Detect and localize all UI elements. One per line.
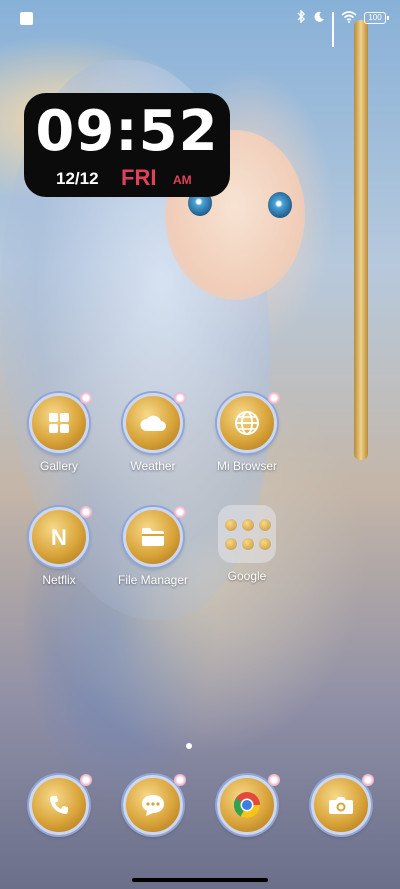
clock-ampm: AM — [173, 173, 192, 187]
svg-text:N: N — [51, 525, 67, 549]
moon-icon — [313, 11, 325, 26]
gallery-icon — [29, 392, 92, 453]
wifi-icon — [341, 10, 357, 26]
phone-icon — [29, 774, 92, 835]
dock-messages[interactable] — [113, 774, 193, 835]
app-gallery[interactable]: Gallery — [19, 392, 99, 473]
clock-date: 12/12 — [56, 169, 99, 188]
clock-weekday: FRI — [121, 165, 157, 190]
page-indicator-dot — [186, 743, 192, 749]
mini-app-icon — [241, 517, 255, 532]
netflix-icon: N — [29, 506, 92, 567]
app-file-manager[interactable]: File Manager — [113, 506, 193, 587]
mini-app-icon — [258, 536, 272, 551]
app-netflix[interactable]: N Netflix — [19, 506, 99, 587]
folder-icon — [123, 506, 186, 567]
bluetooth-icon — [296, 9, 306, 26]
folder-google[interactable]: Google — [207, 505, 287, 583]
battery-icon: 100 — [364, 12, 389, 24]
wallpaper-eye — [268, 192, 292, 218]
wallpaper-sword — [354, 20, 368, 460]
mini-app-icon — [258, 517, 272, 532]
mini-app-icon — [241, 536, 255, 551]
app-label: Gallery — [39, 459, 78, 473]
dock-chrome[interactable] — [207, 774, 287, 835]
notification-icon — [20, 12, 33, 25]
app-folder-icon — [218, 505, 276, 563]
app-label: Weather — [130, 459, 176, 473]
gesture-navigation-bar[interactable] — [132, 878, 268, 882]
app-label: Google — [227, 569, 267, 583]
weather-icon — [123, 392, 186, 453]
clock-time: 09:52 — [35, 99, 219, 164]
mini-app-icon — [224, 536, 238, 551]
status-bar: 100 — [0, 0, 400, 47]
messages-icon — [123, 774, 186, 835]
camera-icon — [311, 774, 374, 835]
app-label: Netflix — [42, 573, 76, 587]
app-label: Mi Browser — [216, 459, 277, 473]
globe-icon — [217, 392, 280, 453]
app-mi-browser[interactable]: Mi Browser — [207, 392, 287, 473]
signal-icon — [332, 12, 334, 47]
app-weather[interactable]: Weather — [113, 392, 193, 473]
app-label: File Manager — [117, 573, 189, 587]
status-icons: 100 — [296, 9, 389, 47]
chrome-icon — [217, 774, 280, 835]
mini-app-icon — [224, 517, 238, 532]
clock-widget[interactable]: 09:52 12/12 FRI AM — [24, 93, 230, 197]
dock-camera[interactable] — [301, 774, 381, 835]
dock-phone[interactable] — [19, 774, 99, 835]
